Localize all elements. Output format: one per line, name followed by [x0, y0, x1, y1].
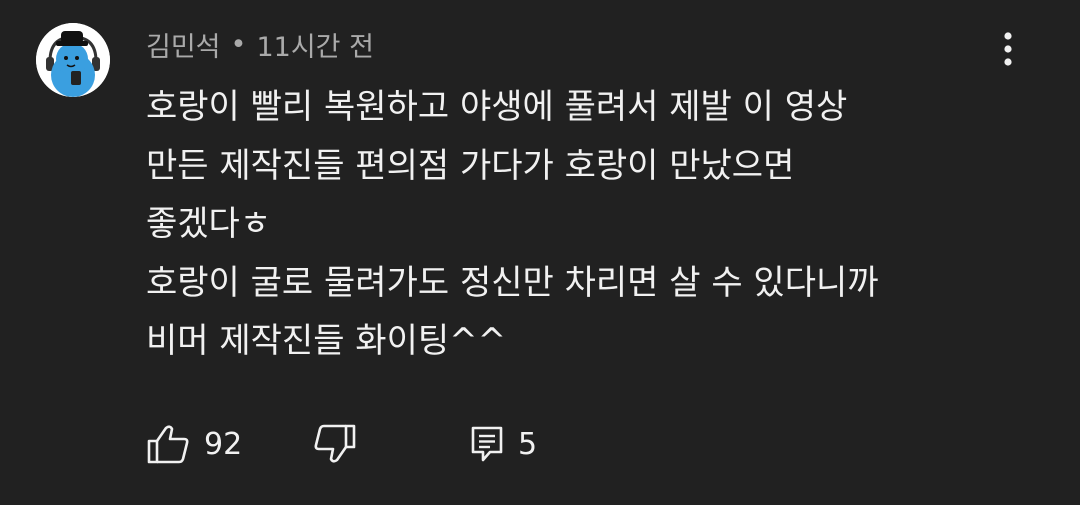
thumbs-down-icon [314, 424, 356, 463]
comment-line: 비머 제작진들 화이팅^^ [146, 321, 507, 361]
comment-actions: 92 5 [0, 420, 1080, 468]
timestamp[interactable]: 11시간 전 [256, 25, 373, 64]
comment-line: 호랑이 굴로 물려가도 정신만 차리면 살 수 있다니까 [146, 262, 879, 303]
comment-body: 호랑이 빨리 복원하고 야생에 풀려서 제발 이 영상 만든 제작진들 편의점 … [146, 78, 1046, 371]
meta-separator: • [230, 28, 247, 60]
comment-line: 호랑이 빨리 복원하고 야생에 풀려서 제발 이 영상 [146, 87, 848, 127]
more-options-button[interactable] [990, 27, 1026, 71]
comment-header: 김민석 • 11시간 전 [146, 24, 374, 64]
like-button[interactable]: 92 [146, 420, 242, 468]
comment-reply-icon [471, 426, 503, 462]
avatar[interactable] [36, 23, 110, 97]
reply-count: 5 [518, 426, 538, 462]
comment-thread: 김민석 • 11시간 전 호랑이 빨리 복원하고 야생에 풀려서 제발 이 영상… [0, 0, 1080, 505]
dislike-button[interactable] [313, 420, 357, 468]
comment-line: 좋겠다ㅎ [146, 204, 272, 244]
author-name[interactable]: 김민석 [146, 25, 221, 64]
like-count: 92 [204, 426, 243, 462]
thumbs-up-icon [147, 425, 189, 464]
more-vert-icon [1004, 32, 1012, 66]
comment-line: 만든 제작진들 편의점 가다가 호랑이 만났으면 [146, 145, 795, 186]
reply-button[interactable]: 5 [470, 420, 537, 468]
avatar-character-icon [36, 23, 110, 97]
